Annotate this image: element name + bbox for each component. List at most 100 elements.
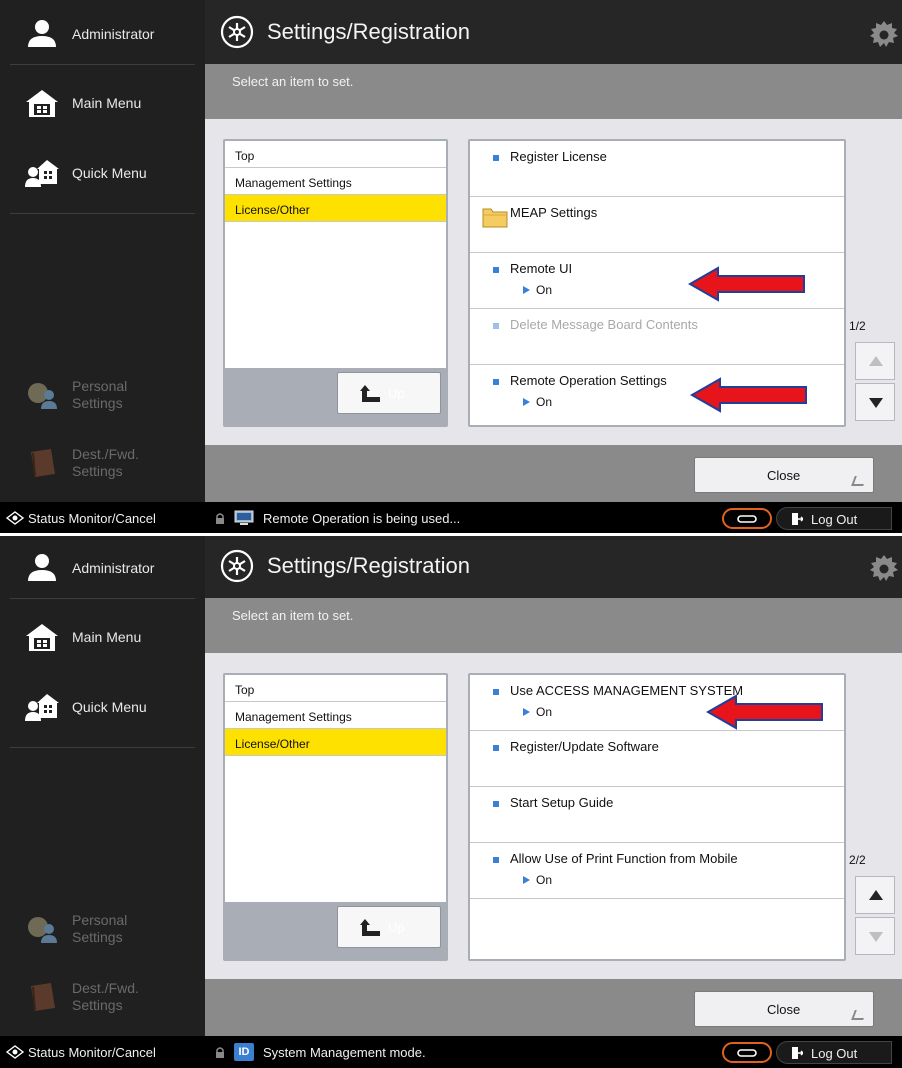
status-bar: Status Monitor/Cancel Remote Operation i… — [0, 502, 902, 534]
sidebar-dest-fwd-settings[interactable]: Dest./Fwd. Settings — [0, 438, 205, 488]
page-title: Settings/Registration — [267, 553, 470, 578]
tree-item-top[interactable]: Top — [225, 675, 446, 702]
value-triangle-icon — [523, 286, 530, 294]
sidebar-dest-fwd-settings[interactable]: Dest./Fwd. Settings — [0, 972, 205, 1022]
value-triangle-icon — [523, 876, 530, 884]
logout-icon — [792, 513, 803, 525]
status-monitor-label: Status Monitor/Cancel — [28, 511, 156, 526]
tree-item-license-other[interactable]: License/Other — [225, 195, 446, 222]
close-button-label: Close — [767, 468, 801, 483]
id-icon: ID — [234, 1043, 254, 1061]
page-down-button[interactable] — [855, 383, 895, 421]
page-down-button[interactable] — [855, 917, 895, 955]
page-up-button[interactable] — [855, 876, 895, 914]
instruction-bar: Select an item to set. — [205, 598, 902, 653]
close-button-label: Close — [767, 1002, 801, 1017]
address-book-icon — [31, 983, 55, 1011]
sidebar-divider — [10, 747, 195, 748]
tree-item-management-settings[interactable]: Management Settings — [225, 168, 446, 195]
sidebar-personal-settings-label: Personal Settings — [72, 378, 128, 411]
sidebar-divider — [10, 213, 195, 214]
bullet-icon — [493, 689, 499, 695]
sidebar-user-label: Administrator — [72, 25, 155, 42]
item-value: On — [536, 395, 553, 409]
tree-item-management-settings[interactable]: Management Settings — [225, 702, 446, 729]
item-value: On — [536, 283, 553, 297]
sidebar-quick-menu[interactable]: Quick Menu — [0, 682, 205, 732]
item-meap-settings[interactable]: MEAP Settings — [470, 197, 844, 253]
page-up-button[interactable] — [855, 342, 895, 380]
remote-pc-icon — [234, 510, 254, 525]
status-monitor-label: Status Monitor/Cancel — [28, 1045, 156, 1060]
sidebar-main-menu[interactable]: Main Menu — [0, 78, 205, 128]
link-button[interactable] — [722, 508, 772, 529]
item-value: On — [536, 873, 553, 887]
close-button[interactable]: Close — [694, 457, 874, 493]
personal-settings-icon — [28, 383, 57, 409]
personal-settings-icon — [28, 917, 57, 943]
logout-label: Log Out — [811, 1046, 858, 1061]
quick-menu-icon — [25, 694, 59, 721]
sidebar-main-menu[interactable]: Main Menu — [0, 612, 205, 662]
screen-page-1: Administrator Main Menu Quick Menu Perso… — [0, 0, 902, 534]
sidebar-quick-menu-label: Quick Menu — [72, 164, 147, 181]
link-icon — [737, 1049, 757, 1057]
status-bar: Status Monitor/Cancel ID System Manageme… — [0, 1036, 902, 1068]
annotation-arrow — [690, 377, 807, 413]
tree-list: Top Management Settings License/Other — [225, 675, 446, 902]
sidebar-quick-menu-label: Quick Menu — [72, 698, 147, 715]
screen-page-2: Administrator Main Menu Quick Menu Perso… — [0, 534, 902, 1068]
up-button-label: Up — [388, 920, 405, 935]
item-register-update-software[interactable]: Register/Update Software — [470, 731, 844, 787]
item-register-license[interactable]: Register License — [470, 141, 844, 197]
up-button[interactable]: Up — [337, 906, 441, 948]
settings-registration-icon — [220, 15, 254, 49]
item-label: Remote UI — [510, 261, 573, 276]
lock-icon — [216, 513, 224, 524]
sidebar-personal-settings[interactable]: Personal Settings — [0, 904, 205, 954]
quick-menu-icon — [25, 160, 59, 187]
value-triangle-icon — [523, 708, 530, 716]
tree-item-license-other[interactable]: License/Other — [225, 729, 446, 756]
close-button[interactable]: Close — [694, 991, 874, 1027]
sidebar-main-menu-label: Main Menu — [72, 628, 142, 645]
status-monitor-icon — [6, 1045, 24, 1059]
footer-bar: Close — [205, 979, 902, 1036]
link-button[interactable] — [722, 1042, 772, 1063]
bullet-icon — [493, 857, 499, 863]
return-corner-icon — [851, 1010, 867, 1020]
address-book-icon — [31, 449, 55, 477]
instruction-bar: Select an item to set. — [205, 64, 902, 119]
instruction-text: Select an item to set. — [232, 74, 354, 89]
user-icon — [28, 554, 56, 581]
tree-panel: Top Management Settings License/Other Up — [223, 673, 448, 961]
logout-button[interactable]: Log Out — [776, 507, 892, 530]
sidebar-quick-menu[interactable]: Quick Menu — [0, 148, 205, 198]
bullet-icon — [493, 379, 499, 385]
sidebar-personal-settings[interactable]: Personal Settings — [0, 370, 205, 420]
sidebar-main-menu-label: Main Menu — [72, 94, 142, 111]
bullet-icon — [493, 323, 499, 329]
header: Settings/Registration — [205, 534, 902, 598]
page-indicator: 1/2 — [849, 319, 866, 333]
status-monitor-button[interactable]: Status Monitor/Cancel — [0, 502, 205, 534]
item-value: On — [536, 705, 553, 719]
tree-item-top[interactable]: Top — [225, 141, 446, 168]
user-icon — [28, 20, 56, 47]
up-button[interactable]: Up — [337, 372, 441, 414]
status-monitor-button[interactable]: Status Monitor/Cancel — [0, 1036, 205, 1068]
up-arrow-icon — [360, 385, 380, 402]
item-allow-use-of-print-function-from-mobile[interactable]: Allow Use of Print Function from Mobile … — [470, 843, 844, 899]
sidebar-user[interactable]: Administrator — [0, 9, 205, 59]
lock-icon — [216, 1047, 224, 1058]
sidebar: Administrator Main Menu Quick Menu Perso… — [0, 534, 205, 1036]
item-label: Register/Update Software — [510, 739, 659, 754]
item-start-setup-guide[interactable]: Start Setup Guide — [470, 787, 844, 843]
sidebar-divider — [10, 598, 195, 599]
sidebar-user[interactable]: Administrator — [0, 543, 205, 593]
gear-icon[interactable] — [869, 554, 899, 584]
gear-icon[interactable] — [869, 20, 899, 50]
bullet-icon — [493, 155, 499, 161]
triangle-up-icon — [869, 890, 883, 900]
logout-button[interactable]: Log Out — [776, 1041, 892, 1064]
